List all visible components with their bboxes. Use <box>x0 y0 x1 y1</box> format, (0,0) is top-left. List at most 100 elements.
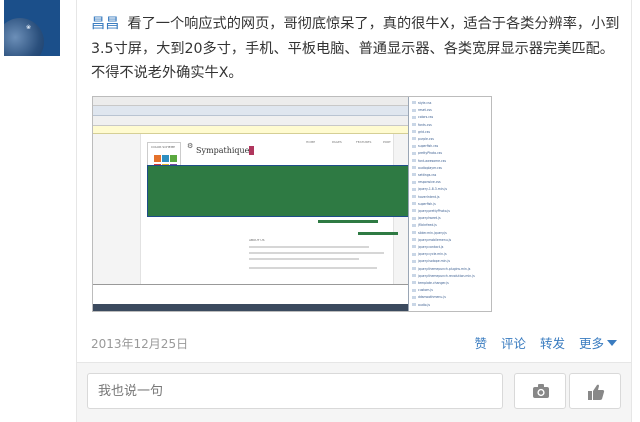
text-line <box>249 246 369 248</box>
design-view: COLOR SCHEME ⚙ Sympathique HOME PAGES FE… <box>93 134 409 284</box>
file-item: superfish.css <box>418 144 439 149</box>
file-icon <box>412 223 416 227</box>
text-line <box>249 267 377 269</box>
file-icon <box>412 274 416 278</box>
file-item: jquery.cycle.min.js <box>418 252 447 257</box>
editor-toolbar <box>93 106 408 116</box>
hero-slider <box>147 165 409 217</box>
file-item: jquery.mobilemenu.js <box>418 237 452 242</box>
text-line <box>249 252 384 254</box>
share-link[interactable]: 转发 <box>540 333 565 352</box>
file-icon <box>412 230 416 234</box>
like-button[interactable] <box>569 373 621 409</box>
site-brand: Sympathique <box>196 146 254 155</box>
file-icon <box>412 122 416 126</box>
file-icon <box>412 194 416 198</box>
file-item: grid.css <box>418 129 430 134</box>
file-item: responsive.css <box>418 180 441 185</box>
site-brand-text: Sympathique <box>196 146 250 155</box>
post-text: 看了一个响应式的网页，哥彻底惊呆了，真的很牛X，适合于各类分辨率，小到3.5寸屏… <box>91 16 620 81</box>
feed-page: ❀ 昌昌 看了一个响应式的网页，哥彻底惊呆了，真的很牛X，适合于各类分辨率，小到3… <box>0 0 640 422</box>
file-item: hoverIntent.js <box>418 194 440 199</box>
file-icon <box>412 187 416 191</box>
file-item: prettyPhoto.css <box>418 151 443 156</box>
file-icon <box>412 180 416 184</box>
file-icon <box>412 209 416 213</box>
text-line <box>249 258 359 260</box>
file-item: jquery.isotope.min.js <box>418 259 450 264</box>
more-menu[interactable]: 更多 <box>579 333 617 352</box>
brand-mark <box>249 146 254 155</box>
file-item: jquery.contact.js <box>418 245 444 249</box>
comment-bar <box>77 362 631 422</box>
file-icon <box>412 252 416 256</box>
author-name[interactable]: 昌昌 <box>91 16 119 32</box>
swatch-orange <box>154 155 161 162</box>
file-icon <box>412 115 416 119</box>
file-item: audioplayer.css <box>418 165 442 170</box>
like-link[interactable]: 赞 <box>474 333 487 352</box>
file-item: jflickrfeed.js <box>418 223 437 228</box>
editor-toolbar-secondary <box>93 116 408 126</box>
file-icon <box>412 108 416 112</box>
file-icon <box>412 166 416 170</box>
nav-portfolio: PORT <box>383 140 391 144</box>
code-view <box>93 284 408 304</box>
file-item: reset.css <box>418 108 432 113</box>
file-item: custom.js <box>418 288 433 293</box>
file-item: jquery.themepunch.revolution.min.js <box>418 273 475 278</box>
accent-bar <box>358 232 398 235</box>
nav-features: FEATURES <box>356 140 372 144</box>
swatch-blue <box>162 155 169 162</box>
files-panel: style.css reset.css colors.css fonts.css gri… <box>408 97 491 311</box>
editor-file-tabs <box>93 126 408 134</box>
about-heading: ABOUT US <box>249 238 265 242</box>
photo-button[interactable] <box>514 373 566 409</box>
file-icon <box>412 173 416 177</box>
file-item: slider.min.jquery.js <box>418 230 447 235</box>
file-icon <box>412 158 416 162</box>
caret-down-icon <box>607 339 617 346</box>
post-body: 昌昌 看了一个响应式的网页，哥彻底惊呆了，真的很牛X，适合于各类分辨率，小到3.5… <box>91 12 621 86</box>
file-item: colors.css <box>418 115 434 120</box>
file-item: style.css <box>418 101 432 105</box>
file-item: superfish.js <box>418 201 436 206</box>
color-scheme-caption: COLOR SCHEME <box>151 145 176 149</box>
file-item: purple.css <box>418 137 434 141</box>
file-icon <box>412 137 416 141</box>
file-icon <box>412 245 416 249</box>
gear-icon: ⚙ <box>187 142 194 150</box>
file-icon <box>412 259 416 263</box>
file-icon <box>412 216 416 220</box>
file-icon <box>412 238 416 242</box>
file-item: ddsmoothmenu.js <box>418 295 446 300</box>
camera-icon <box>533 384 549 398</box>
file-item: settings.css <box>418 173 437 177</box>
avatar[interactable]: ❀ <box>4 0 60 56</box>
file-icon <box>412 288 416 292</box>
file-item: jquery.prettyPhoto.js <box>418 209 450 213</box>
file-icon <box>412 302 416 306</box>
nav-pages: PAGES <box>332 140 342 144</box>
file-icon <box>412 295 416 299</box>
comment-link[interactable]: 评论 <box>501 333 526 352</box>
accent-bar <box>318 220 378 223</box>
planet-image <box>4 18 44 56</box>
more-label: 更多 <box>578 336 604 351</box>
file-icon <box>412 101 416 105</box>
thumbs-up-icon <box>588 384 605 400</box>
nav-home: HOME <box>306 140 316 144</box>
attached-screenshot[interactable]: COLOR SCHEME ⚙ Sympathique HOME PAGES FE… <box>92 96 492 312</box>
editor-status-bar <box>93 304 408 311</box>
file-icon <box>412 266 416 270</box>
file-icon <box>412 130 416 134</box>
file-icon <box>412 281 416 285</box>
file-icon <box>412 144 416 148</box>
avatar-logo: ❀ <box>26 24 32 31</box>
comment-input[interactable] <box>87 373 503 409</box>
post-actions: 赞 评论 转发 更多 <box>474 333 617 352</box>
file-icon <box>412 202 416 206</box>
file-icon <box>412 151 416 155</box>
file-item: font-awesome.css <box>418 158 446 163</box>
file-item: fonts.css <box>418 122 432 127</box>
